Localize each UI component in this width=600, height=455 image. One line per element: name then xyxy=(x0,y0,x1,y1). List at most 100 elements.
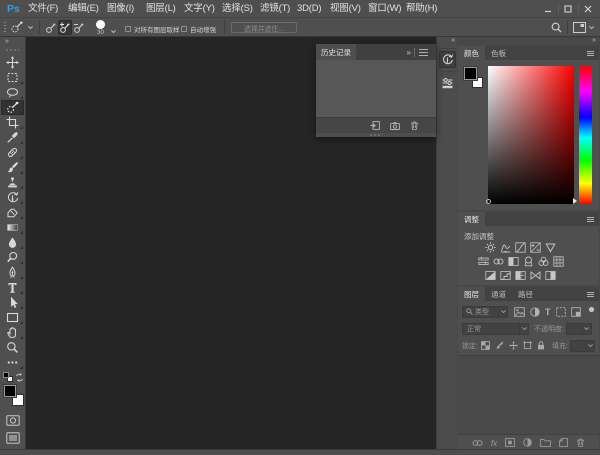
tab-swatches[interactable]: 色板 xyxy=(485,46,512,60)
add-to-selection-mode-button[interactable] xyxy=(58,20,72,35)
workspace-switcher[interactable] xyxy=(573,22,594,33)
levels-icon[interactable] xyxy=(500,242,511,253)
filter-pixel-layers-icon[interactable] xyxy=(514,307,525,317)
swap-colors-icon[interactable] xyxy=(15,373,24,382)
tool-clone-stamp[interactable] xyxy=(1,175,24,190)
black-white-icon[interactable] xyxy=(508,256,519,267)
foreground-background-colors[interactable] xyxy=(4,385,24,406)
posterize-icon[interactable] xyxy=(500,270,511,281)
vibrance-icon[interactable] xyxy=(545,242,556,253)
layer-style-icon[interactable]: fx xyxy=(491,438,498,448)
menu-file[interactable]: 文件(F) xyxy=(28,0,58,18)
maximize-button[interactable] xyxy=(558,0,578,18)
selective-color-icon[interactable] xyxy=(545,270,556,281)
chevron-down-icon[interactable] xyxy=(111,30,116,33)
minimize-button[interactable] xyxy=(538,0,558,18)
color-lookup-icon[interactable] xyxy=(553,256,564,267)
delete-layer-icon[interactable] xyxy=(576,438,585,447)
hue-saturation-icon[interactable] xyxy=(478,256,489,267)
photo-filter-icon[interactable] xyxy=(523,256,534,267)
history-dock-button[interactable] xyxy=(439,51,456,68)
filter-shape-layers-icon[interactable] xyxy=(556,307,566,317)
brightness-contrast-icon[interactable] xyxy=(485,242,496,253)
new-layer-icon[interactable] xyxy=(559,438,568,447)
tool-eyedropper[interactable] xyxy=(1,130,24,145)
channel-mixer-icon[interactable] xyxy=(538,256,549,267)
auto-enhance-checkbox[interactable] xyxy=(181,26,187,32)
panel-menu-icon[interactable] xyxy=(587,292,594,297)
edit-toolbar-button[interactable] xyxy=(1,355,24,370)
tool-spot-healing-brush[interactable] xyxy=(1,145,24,160)
tool-type[interactable] xyxy=(1,280,24,295)
tool-path-selection[interactable] xyxy=(1,295,24,310)
hue-slider[interactable] xyxy=(579,66,592,204)
menu-type[interactable]: 文字(Y) xyxy=(184,0,215,18)
blend-mode-dropdown[interactable]: 正常 xyxy=(462,323,529,335)
options-grip[interactable] xyxy=(4,22,6,33)
layers-list[interactable] xyxy=(458,355,599,435)
tab-paths[interactable]: 路径 xyxy=(512,287,539,301)
tool-preset-picker[interactable] xyxy=(10,20,33,35)
tab-history[interactable]: 历史记录 xyxy=(316,44,356,60)
subtract-from-selection-mode-button[interactable] xyxy=(72,20,86,35)
tab-color[interactable]: 颜色 xyxy=(458,46,485,60)
opacity-dropdown[interactable] xyxy=(566,323,592,335)
panel-menu-icon[interactable] xyxy=(587,51,594,56)
new-group-icon[interactable] xyxy=(540,438,551,447)
foreground-color-swatch[interactable] xyxy=(4,385,16,397)
link-layers-icon[interactable] xyxy=(472,439,483,447)
tool-lasso[interactable] xyxy=(1,85,24,100)
threshold-icon[interactable] xyxy=(515,270,526,281)
delete-state-icon[interactable] xyxy=(410,121,419,130)
tool-gradient[interactable] xyxy=(1,220,24,235)
color-balance-icon[interactable] xyxy=(493,256,504,267)
toolbar-grip[interactable] xyxy=(6,49,19,51)
filter-adjustment-layers-icon[interactable] xyxy=(530,307,540,317)
history-collapse-button[interactable]: » xyxy=(407,48,410,57)
filter-type-layers-icon[interactable]: T xyxy=(545,307,551,317)
history-resize-handle[interactable] xyxy=(316,133,436,137)
close-button[interactable] xyxy=(578,0,598,18)
tool-rectangle[interactable] xyxy=(1,310,24,325)
new-snapshot-icon[interactable] xyxy=(390,122,400,130)
tool-crop[interactable] xyxy=(1,115,24,130)
search-icon[interactable] xyxy=(551,22,562,33)
panel-menu-icon[interactable] xyxy=(419,49,428,56)
invert-icon[interactable] xyxy=(485,270,496,281)
curves-icon[interactable] xyxy=(515,242,526,253)
filter-smart-objects-icon[interactable] xyxy=(571,307,581,317)
screen-mode-button[interactable] xyxy=(0,432,25,444)
panel-dock-collapse-button[interactable]: » xyxy=(457,37,600,46)
foreground-color-swatch[interactable] xyxy=(464,67,477,80)
menu-window[interactable]: 窗口(W) xyxy=(368,0,401,18)
dock-expand-button[interactable]: « xyxy=(437,37,458,46)
tool-move[interactable] xyxy=(1,55,24,70)
menu-view[interactable]: 视图(V) xyxy=(330,0,361,18)
auto-enhance-option[interactable]: 自动增强 xyxy=(181,24,216,34)
menu-select[interactable]: 选择(S) xyxy=(222,0,253,18)
sample-all-layers-checkbox[interactable] xyxy=(125,26,131,32)
tool-blur[interactable] xyxy=(1,235,24,250)
toolbar-expand-button[interactable]: » xyxy=(0,37,25,47)
new-selection-mode-button[interactable] xyxy=(44,20,58,35)
tab-layers[interactable]: 图层 xyxy=(458,287,485,301)
menu-edit[interactable]: 编辑(E) xyxy=(68,0,99,18)
tool-rectangular-marquee[interactable] xyxy=(1,70,24,85)
select-and-mask-button[interactable]: 选择并遮住... xyxy=(231,22,297,33)
lock-artboard-icon[interactable] xyxy=(523,341,532,350)
tool-dodge[interactable] xyxy=(1,250,24,265)
menu-help[interactable]: 帮助(H) xyxy=(406,0,437,18)
tab-channels[interactable]: 通道 xyxy=(485,287,512,301)
menu-layer[interactable]: 图层(L) xyxy=(146,0,176,18)
lock-transparency-icon[interactable] xyxy=(481,341,490,350)
color-cursor[interactable] xyxy=(486,199,491,204)
lock-all-icon[interactable] xyxy=(537,341,545,350)
lock-position-icon[interactable] xyxy=(509,341,518,350)
tool-zoom[interactable] xyxy=(1,340,24,355)
default-colors-button[interactable] xyxy=(3,372,13,382)
history-list[interactable] xyxy=(316,60,436,117)
tool-eraser[interactable] xyxy=(1,205,24,220)
tool-history-brush[interactable] xyxy=(1,190,24,205)
filter-type-dropdown[interactable]: 类型 xyxy=(462,306,508,318)
lock-pixels-icon[interactable] xyxy=(495,341,504,350)
